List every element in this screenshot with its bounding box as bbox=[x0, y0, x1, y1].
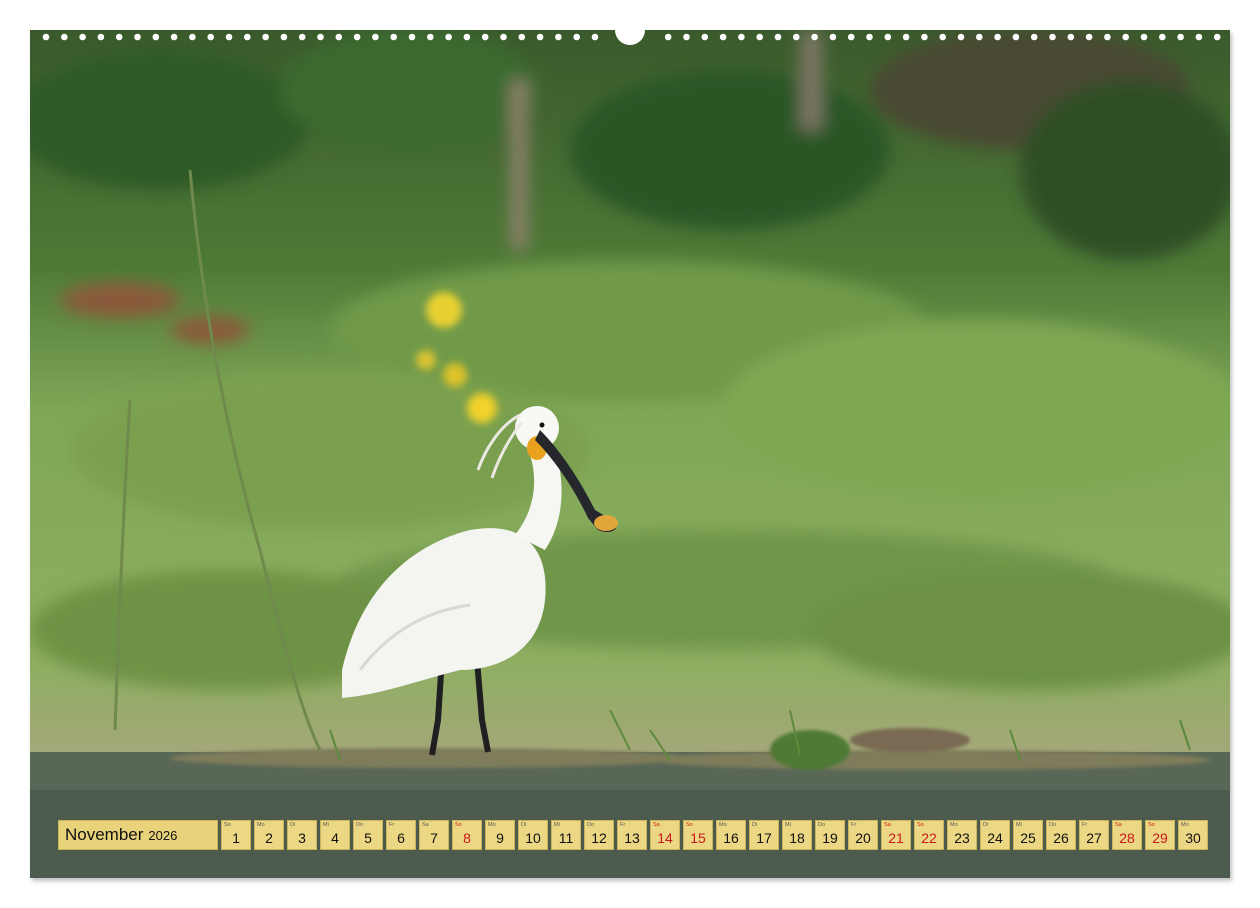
day-cells: So 1 Mo 2 Di 3 Mi 4 Do 5 Fr 6 Sa 7 So 8 Mo 9 Di 10 Mi 11 Do 12 F… bbox=[221, 820, 1208, 850]
weekday-label: Mo bbox=[950, 822, 958, 828]
day-number: 28 bbox=[1119, 830, 1135, 846]
day-cell: Fr 20 bbox=[848, 820, 878, 850]
weekday-label: Mo bbox=[719, 822, 727, 828]
day-number: 14 bbox=[657, 830, 673, 846]
day-number: 21 bbox=[888, 830, 904, 846]
day-cell: So 1 bbox=[221, 820, 251, 850]
weekday-label: Sa bbox=[653, 822, 660, 828]
day-number: 7 bbox=[430, 830, 438, 846]
day-number: 6 bbox=[397, 830, 405, 846]
day-cell: Fr 6 bbox=[386, 820, 416, 850]
day-number: 18 bbox=[789, 830, 805, 846]
weekday-label: So bbox=[917, 822, 924, 828]
day-number: 19 bbox=[822, 830, 838, 846]
day-cell: Do 5 bbox=[353, 820, 383, 850]
weekday-label: Sa bbox=[422, 822, 429, 828]
day-cell: Sa 28 bbox=[1112, 820, 1142, 850]
day-number: 20 bbox=[855, 830, 871, 846]
day-number: 24 bbox=[987, 830, 1003, 846]
day-cell: Mo 2 bbox=[254, 820, 284, 850]
day-cell: Sa 7 bbox=[419, 820, 449, 850]
day-cell: Di 17 bbox=[749, 820, 779, 850]
weekday-label: Mi bbox=[554, 822, 560, 828]
day-number: 22 bbox=[921, 830, 937, 846]
day-number: 3 bbox=[298, 830, 306, 846]
weekday-label: Sa bbox=[884, 822, 891, 828]
day-cell: Do 26 bbox=[1046, 820, 1076, 850]
weekday-label: So bbox=[455, 822, 462, 828]
day-cell: So 8 bbox=[452, 820, 482, 850]
weekday-label: So bbox=[1148, 822, 1155, 828]
day-number: 1 bbox=[232, 830, 240, 846]
day-number: 25 bbox=[1020, 830, 1036, 846]
weekday-label: Mo bbox=[257, 822, 265, 828]
day-number: 8 bbox=[463, 830, 471, 846]
day-cell: So 22 bbox=[914, 820, 944, 850]
day-cell: Do 19 bbox=[815, 820, 845, 850]
weekday-label: Fr bbox=[1082, 822, 1088, 828]
day-cell: Mo 9 bbox=[485, 820, 515, 850]
weekday-label: So bbox=[686, 822, 693, 828]
day-cell: So 29 bbox=[1145, 820, 1175, 850]
weekday-label: Mo bbox=[1181, 822, 1189, 828]
calendar-photo-page bbox=[30, 30, 1230, 878]
weekday-label: Do bbox=[356, 822, 364, 828]
day-number: 29 bbox=[1152, 830, 1168, 846]
day-cell: Di 10 bbox=[518, 820, 548, 850]
day-number: 13 bbox=[624, 830, 640, 846]
weekday-label: Mi bbox=[1016, 822, 1022, 828]
month-label: November 2026 bbox=[58, 820, 218, 850]
day-number: 12 bbox=[591, 830, 607, 846]
day-cell: Fr 27 bbox=[1079, 820, 1109, 850]
day-cell: Di 24 bbox=[980, 820, 1010, 850]
weekday-label: Di bbox=[290, 822, 296, 828]
day-cell: Mi 18 bbox=[782, 820, 812, 850]
day-number: 5 bbox=[364, 830, 372, 846]
day-number: 26 bbox=[1053, 830, 1069, 846]
day-number: 27 bbox=[1086, 830, 1102, 846]
weekday-label: Di bbox=[521, 822, 527, 828]
weekday-label: Di bbox=[983, 822, 989, 828]
day-number: 10 bbox=[525, 830, 541, 846]
day-number: 9 bbox=[496, 830, 504, 846]
day-cell: Di 3 bbox=[287, 820, 317, 850]
day-cell: Mi 11 bbox=[551, 820, 581, 850]
year-label: 2026 bbox=[148, 827, 178, 843]
day-number: 16 bbox=[723, 830, 739, 846]
day-number: 30 bbox=[1185, 830, 1201, 846]
day-cell: Mo 30 bbox=[1178, 820, 1208, 850]
weekday-label: Do bbox=[818, 822, 826, 828]
spoonbill-photo bbox=[30, 30, 1230, 878]
day-cell: Do 12 bbox=[584, 820, 614, 850]
weekday-label: Fr bbox=[620, 822, 626, 828]
month-name: November bbox=[65, 825, 144, 844]
day-cell: Mo 23 bbox=[947, 820, 977, 850]
day-cell: Mi 25 bbox=[1013, 820, 1043, 850]
day-cell: Mo 16 bbox=[716, 820, 746, 850]
day-cell: Sa 14 bbox=[650, 820, 680, 850]
day-number: 2 bbox=[265, 830, 273, 846]
day-cell: Mi 4 bbox=[320, 820, 350, 850]
weekday-label: Mo bbox=[488, 822, 496, 828]
weekday-label: So bbox=[224, 822, 231, 828]
weekday-label: Sa bbox=[1115, 822, 1122, 828]
weekday-label: Mi bbox=[323, 822, 329, 828]
weekday-label: Fr bbox=[851, 822, 857, 828]
calendar-strip: November 2026 So 1 Mo 2 Di 3 Mi 4 Do 5 Fr 6 Sa 7 So 8 Mo… bbox=[58, 820, 1208, 850]
weekday-label: Di bbox=[752, 822, 758, 828]
weekday-label: Do bbox=[587, 822, 595, 828]
weekday-label: Fr bbox=[389, 822, 395, 828]
day-number: 15 bbox=[690, 830, 706, 846]
weekday-label: Do bbox=[1049, 822, 1057, 828]
day-number: 23 bbox=[954, 830, 970, 846]
day-number: 11 bbox=[558, 830, 574, 846]
day-number: 17 bbox=[756, 830, 772, 846]
day-cell: Sa 21 bbox=[881, 820, 911, 850]
day-cell: Fr 13 bbox=[617, 820, 647, 850]
weekday-label: Mi bbox=[785, 822, 791, 828]
day-cell: So 15 bbox=[683, 820, 713, 850]
day-number: 4 bbox=[331, 830, 339, 846]
